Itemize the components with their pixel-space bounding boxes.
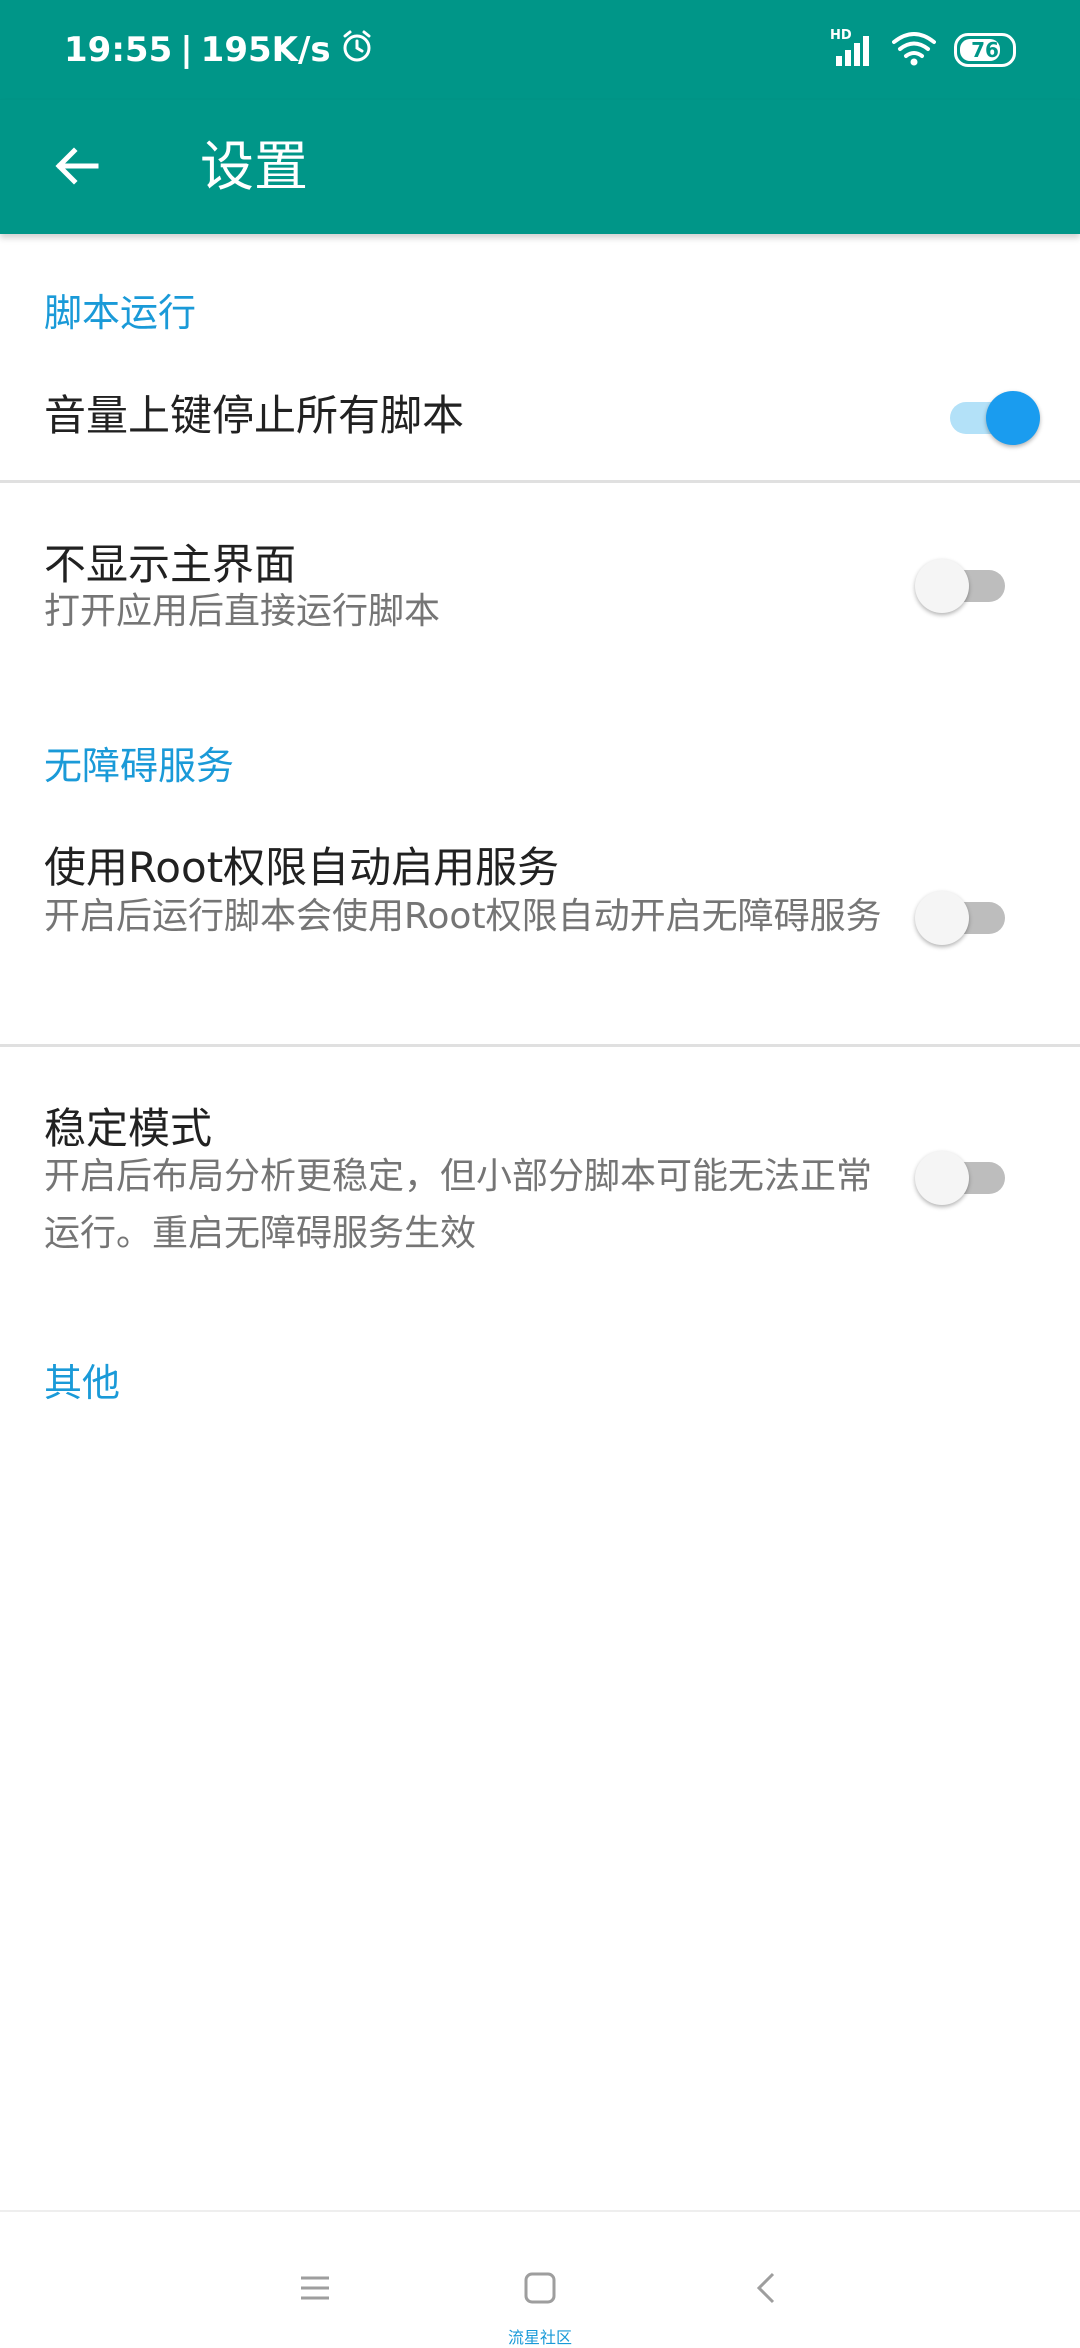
alarm-icon [339, 28, 375, 73]
hide-main-switch[interactable] [915, 553, 1015, 613]
battery-icon: 76 [954, 33, 1016, 67]
home-icon [520, 2268, 560, 2312]
section-title-script-run: 脚本运行 [44, 291, 197, 335]
setting-stable-mode[interactable]: 稳定模式 开启后布局分析更稳定，但小部分脚本可能无法正常运行。重启无障碍服务生效 [0, 1047, 1080, 1307]
setting-title: 稳定模式 [44, 1104, 213, 1153]
page-title: 设置 [200, 135, 308, 198]
status-separator: | [180, 30, 193, 70]
status-right: HD 76 [830, 28, 1016, 72]
status-bar: 19:55 | 195K/s HD 76 [0, 0, 1080, 100]
nav-back-button[interactable] [737, 2260, 797, 2320]
status-left: 19:55 | 195K/s [64, 28, 375, 72]
setting-title: 使用Root权限自动启用服务 [44, 843, 560, 892]
status-speed: 195K/s [200, 30, 331, 70]
navigation-bar: 流星社区 [0, 2210, 1080, 2347]
arrow-left-icon [52, 141, 102, 195]
battery-level: 76 [971, 38, 999, 62]
setting-subtitle: 开启后运行脚本会使用Root权限自动开启无障碍服务 [44, 896, 882, 937]
setting-root-service[interactable]: 使用Root权限自动启用服务 开启后运行脚本会使用Root权限自动开启无障碍服务 [0, 800, 1080, 1045]
app-bar: 设置 [0, 100, 1080, 234]
menu-button[interactable] [285, 2260, 345, 2320]
volume-stop-switch[interactable] [940, 385, 1040, 445]
setting-subtitle: 打开应用后直接运行脚本 [44, 591, 441, 632]
setting-volume-stop[interactable]: 音量上键停止所有脚本 [0, 350, 1080, 480]
setting-subtitle: 开启后布局分析更稳定，但小部分脚本可能无法正常运行。重启无障碍服务生效 [44, 1156, 873, 1254]
setting-hide-main[interactable]: 不显示主界面 打开应用后直接运行脚本 [0, 483, 1080, 683]
section-title-other: 其他 [44, 1361, 121, 1405]
section-title-accessibility: 无障碍服务 [44, 744, 235, 788]
root-service-switch[interactable] [915, 885, 1015, 945]
stable-mode-switch[interactable] [915, 1145, 1015, 1205]
home-button[interactable] [510, 2260, 570, 2320]
chevron-left-icon [747, 2268, 787, 2312]
signal-icon: HD [830, 28, 874, 68]
menu-icon [295, 2268, 335, 2312]
setting-title: 音量上键停止所有脚本 [44, 391, 465, 440]
status-time: 19:55 [64, 30, 173, 70]
back-button[interactable] [42, 133, 112, 203]
watermark: 流星社区 [507, 2328, 572, 2347]
wifi-icon [892, 30, 936, 70]
